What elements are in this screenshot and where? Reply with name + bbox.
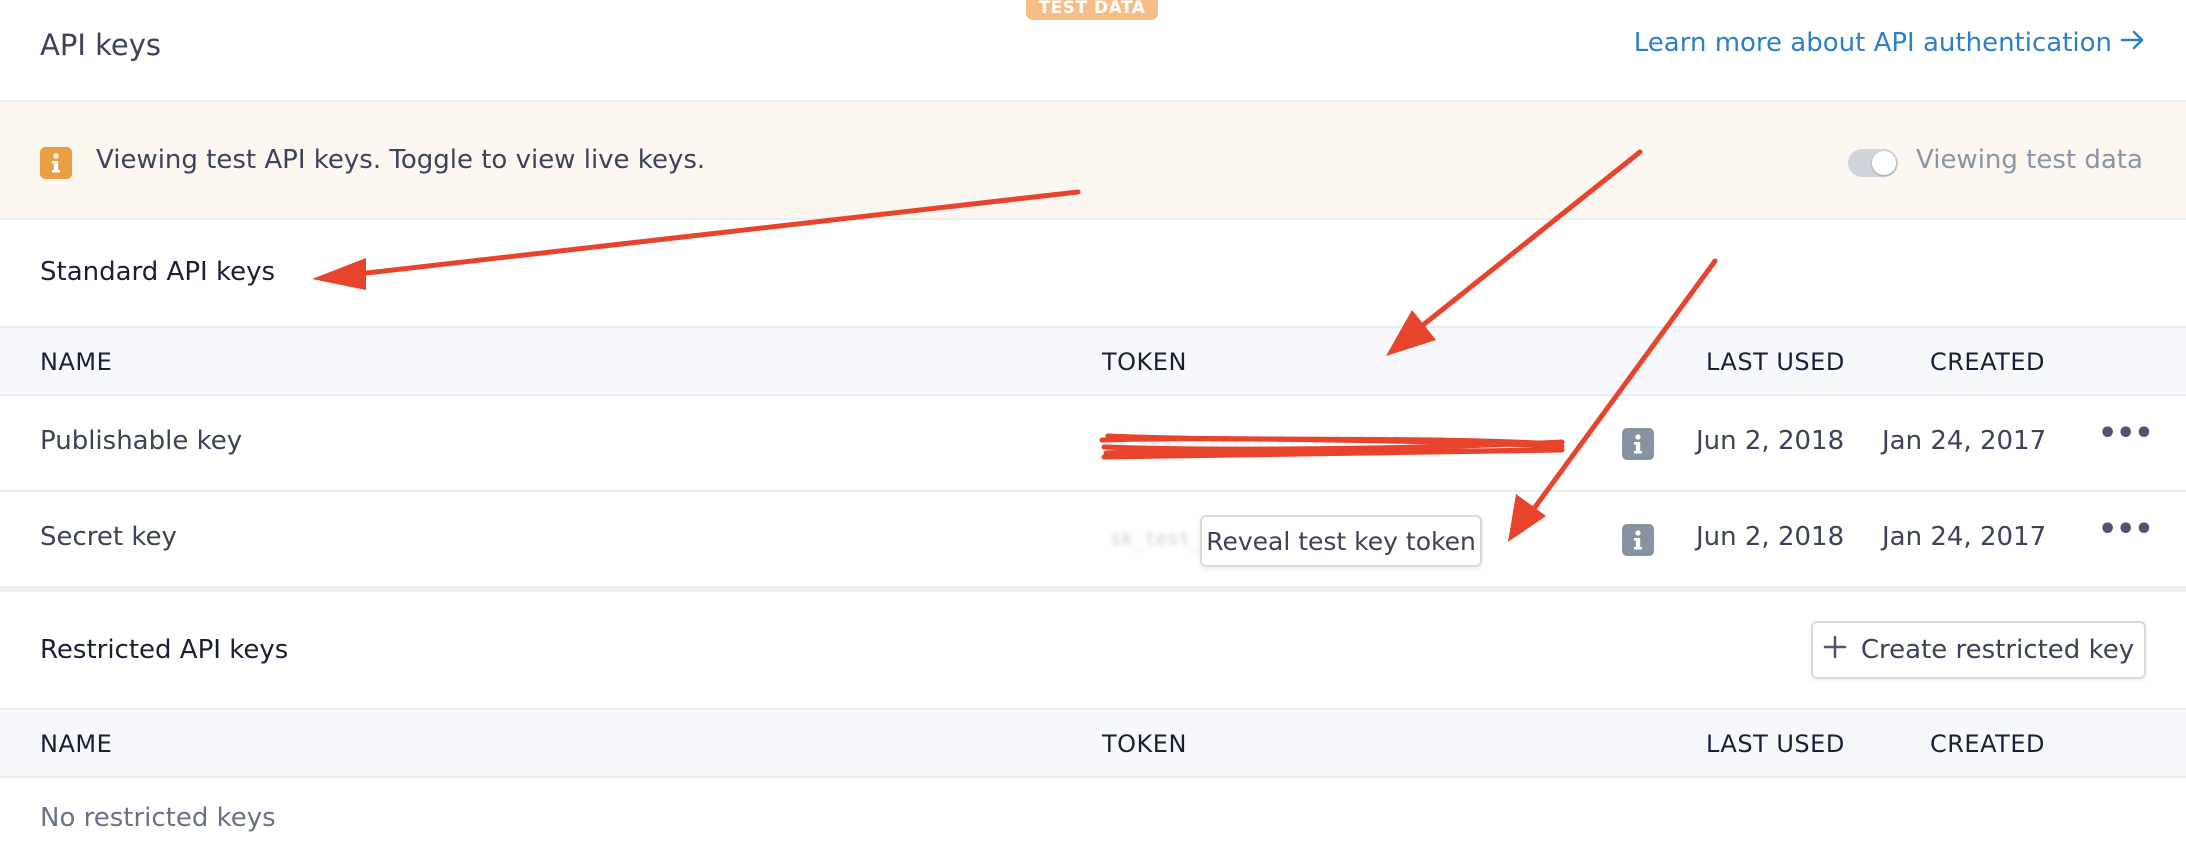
table-row[interactable]: Publishable key pk_test_••••••••••••••••… [0,396,2186,492]
key-name: Secret key [40,522,177,552]
last-used-date: Jun 2, 2018 [1696,522,1845,552]
info-icon [40,147,72,179]
info-icon[interactable] [1622,428,1654,460]
restricted-keys-header: NAME TOKEN LAST USED CREATED [0,708,2186,778]
standard-keys-header: NAME TOKEN LAST USED CREATED [0,326,2186,396]
info-icon[interactable] [1622,524,1654,556]
toggle-knob [1872,151,1896,175]
toggle-label: Viewing test data [1916,145,2143,175]
banner-message: Viewing test API keys. Toggle to view li… [96,145,706,175]
key-token[interactable]: pk_test_•••••••••••••••••••••• [1104,430,1447,452]
key-name: Publishable key [40,426,243,456]
section-divider [0,588,2186,592]
column-name: NAME [40,730,113,758]
column-created: CREATED [1930,730,2045,758]
column-token: TOKEN [1102,348,1187,376]
column-created: CREATED [1930,348,2045,376]
reveal-token-button[interactable]: Reveal test key token [1200,515,1482,567]
plus-icon [1823,635,1847,666]
create-restricted-key-button[interactable]: Create restricted key [1811,621,2146,679]
column-last-used: LAST USED [1706,730,1845,758]
arrow-right-icon [2120,28,2146,58]
learn-more-link-label: Learn more about API authentication [1633,28,2112,58]
more-options-icon[interactable]: ••• [2098,416,2154,451]
more-options-icon[interactable]: ••• [2098,512,2154,547]
standard-keys-title: Standard API keys [40,257,276,287]
last-used-date: Jun 2, 2018 [1696,426,1845,456]
empty-state-text: No restricted keys [40,803,276,833]
test-data-toggle[interactable] [1848,149,1898,177]
created-date: Jan 24, 2017 [1882,522,2047,552]
column-last-used: LAST USED [1706,348,1845,376]
learn-more-link[interactable]: Learn more about API authentication [1634,28,2146,58]
column-name: NAME [40,348,113,376]
column-token: TOKEN [1102,730,1187,758]
restricted-keys-title: Restricted API keys [40,635,289,665]
created-date: Jan 24, 2017 [1882,426,2047,456]
test-data-badge: TEST DATA [1026,0,1158,20]
create-restricted-key-label: Create restricted key [1860,635,2135,665]
page-title: API keys [40,28,161,62]
table-row[interactable]: Secret key sk_test_•••••••••••••••••••••… [0,492,2186,588]
